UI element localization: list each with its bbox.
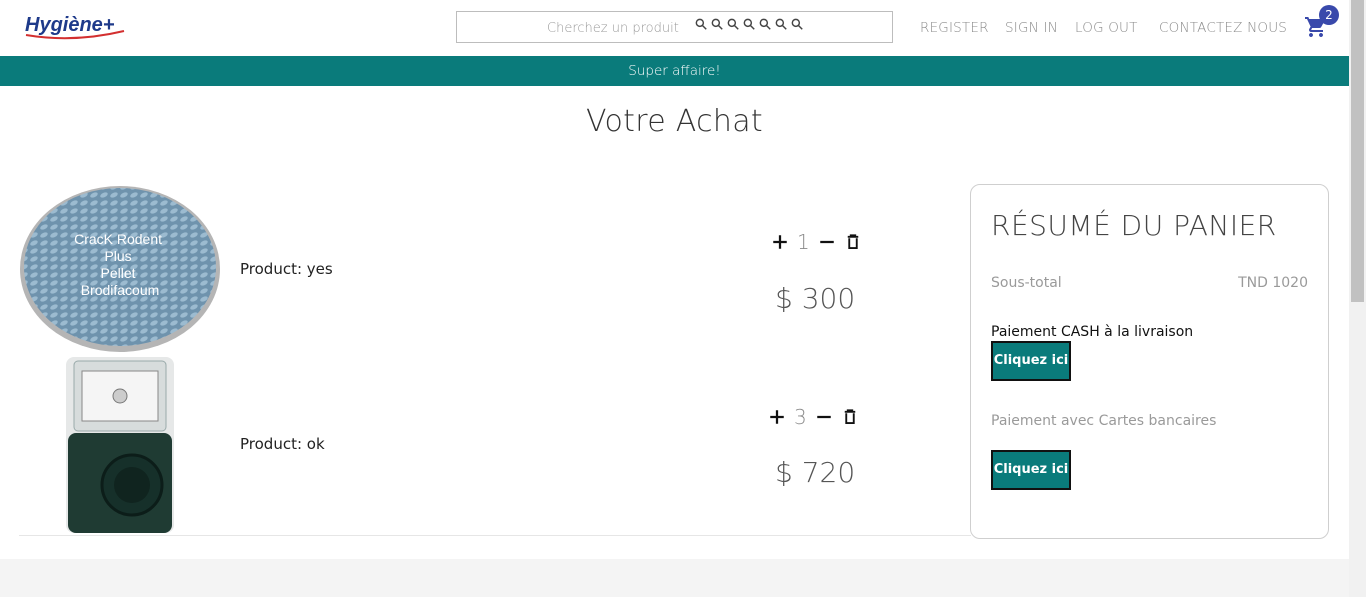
search-icon [791,18,803,30]
product-price: $ 720 [775,456,856,489]
minus-icon[interactable] [818,233,836,251]
quantity-stepper: 3 [768,405,859,429]
search-bar[interactable]: Cherchez un produit [456,11,893,43]
trash-icon[interactable] [841,408,859,426]
plus-icon[interactable] [771,233,789,251]
product-image[interactable] [60,355,180,535]
search-icon [775,18,787,30]
card-payment-button[interactable]: Cliquez ici [991,450,1071,490]
subtotal-value: TND 1020 [1238,275,1308,291]
nav-contact[interactable]: CONTACTEZ NOUS [1159,20,1287,36]
quantity-value: 1 [797,230,810,254]
logo-text: Hygiène+ [25,14,115,36]
nav-sign-in[interactable]: SIGN IN [1005,20,1058,36]
cash-payment-button[interactable]: Cliquez ici [991,341,1071,381]
search-icon [711,18,723,30]
quantity-stepper: 1 [771,230,862,254]
page-title: Votre Achat [586,104,763,139]
search-icons[interactable] [694,17,804,37]
subtotal-label: Sous-total [991,275,1062,291]
cash-payment-label: Paiement CASH à la livraison [991,324,1194,340]
header: Hygiène+ Cherchez un produit REGISTER SI… [0,0,1349,56]
cart-count-badge: 2 [1319,5,1339,25]
divider [19,535,971,536]
minus-icon[interactable] [815,408,833,426]
card-payment-label: Paiement avec Cartes bancaires [991,413,1217,429]
scrollbar-thumb[interactable] [1351,0,1364,302]
quantity-value: 3 [794,405,807,429]
trash-icon[interactable] [844,233,862,251]
nav-log-out[interactable]: LOG OUT [1075,20,1138,36]
product-label: Product: yes [240,260,333,278]
plus-icon[interactable] [768,408,786,426]
product-image[interactable]: CracK Rodent Plus Pellet Brodifacoum [19,183,221,353]
footer-area [0,559,1349,597]
search-icon [695,18,707,30]
logo[interactable]: Hygiène+ [24,9,126,41]
nav-register[interactable]: REGISTER [920,20,989,36]
page: Hygiène+ Cherchez un produit REGISTER SI… [0,0,1366,597]
banner-text: Super affaire! [628,63,721,79]
product-price: $ 300 [775,282,856,315]
search-icon [727,18,739,30]
promo-banner: Super affaire! [0,56,1349,86]
cart-summary: RÉSUMÉ DU PANIER Sous-total TND 1020 Pai… [970,184,1329,539]
summary-title: RÉSUMÉ DU PANIER [991,209,1277,242]
search-icon [759,18,771,30]
search-input[interactable]: Cherchez un produit [547,21,679,36]
search-icon [743,18,755,30]
product-label: Product: ok [240,435,325,453]
